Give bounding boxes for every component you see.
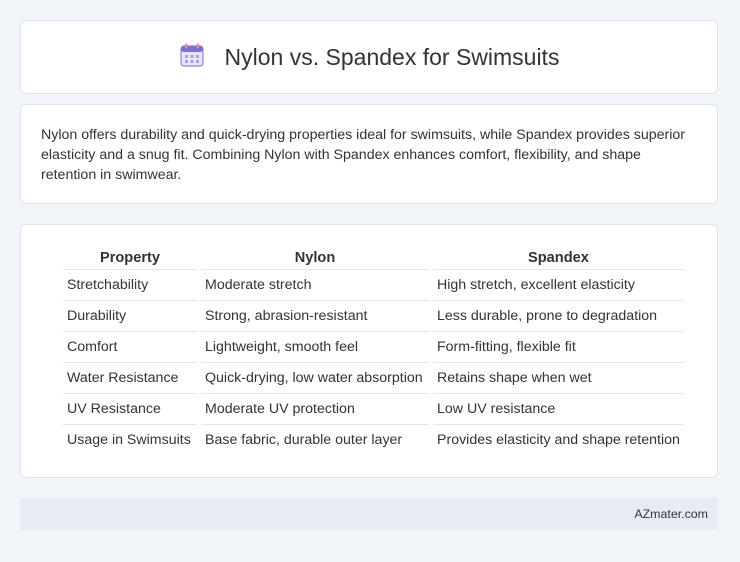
table-cell: Strong, abrasion-resistant [201,300,429,331]
table-cell: Water Resistance [63,362,197,393]
table-header-row: Property Nylon Spandex [63,247,684,269]
table-row: Usage in Swimsuits Base fabric, durable … [63,424,684,455]
table-cell: Provides elasticity and shape retention [433,424,684,455]
table-cell: Usage in Swimsuits [63,424,197,455]
table-cell: High stretch, excellent elasticity [433,269,684,300]
table-row: Stretchability Moderate stretch High str… [63,269,684,300]
comparison-table-card: Property Nylon Spandex Stretchability Mo… [20,224,718,478]
table-row: Water Resistance Quick-drying, low water… [63,362,684,393]
calendar-icon [179,42,205,73]
table-cell: Moderate stretch [201,269,429,300]
table-cell: Less durable, prone to degradation [433,300,684,331]
table-cell: UV Resistance [63,393,197,424]
table-cell: Retains shape when wet [433,362,684,393]
table-cell: Low UV resistance [433,393,684,424]
table-cell: Base fabric, durable outer layer [201,424,429,455]
table-cell: Comfort [63,331,197,362]
footer: AZmater.com [20,498,718,530]
table-cell: Form-fitting, flexible fit [433,331,684,362]
table-row: Comfort Lightweight, smooth feel Form-fi… [63,331,684,362]
table-cell: Quick-drying, low water absorption [201,362,429,393]
table-row: UV Resistance Moderate UV protection Low… [63,393,684,424]
column-header-spandex: Spandex [528,250,589,266]
title-wrap: Nylon vs. Spandex for Swimsuits [179,42,560,73]
title-card: Nylon vs. Spandex for Swimsuits [20,20,718,94]
table-cell: Lightweight, smooth feel [201,331,429,362]
column-header-nylon: Nylon [294,250,336,266]
table-row: Durability Strong, abrasion-resistant Le… [63,300,684,331]
page-title: Nylon vs. Spandex for Swimsuits [224,43,560,70]
table-cell: Durability [63,300,197,331]
column-header-property: Property [99,250,160,266]
comparison-table: Property Nylon Spandex Stretchability Mo… [59,247,688,455]
table-cell: Moderate UV protection [201,393,429,424]
summary-card: Nylon offers durability and quick-drying… [20,104,718,204]
summary-text: Nylon offers durability and quick-drying… [41,127,686,183]
table-cell: Stretchability [63,269,197,300]
footer-site-link[interactable]: AZmater.com [634,507,708,521]
